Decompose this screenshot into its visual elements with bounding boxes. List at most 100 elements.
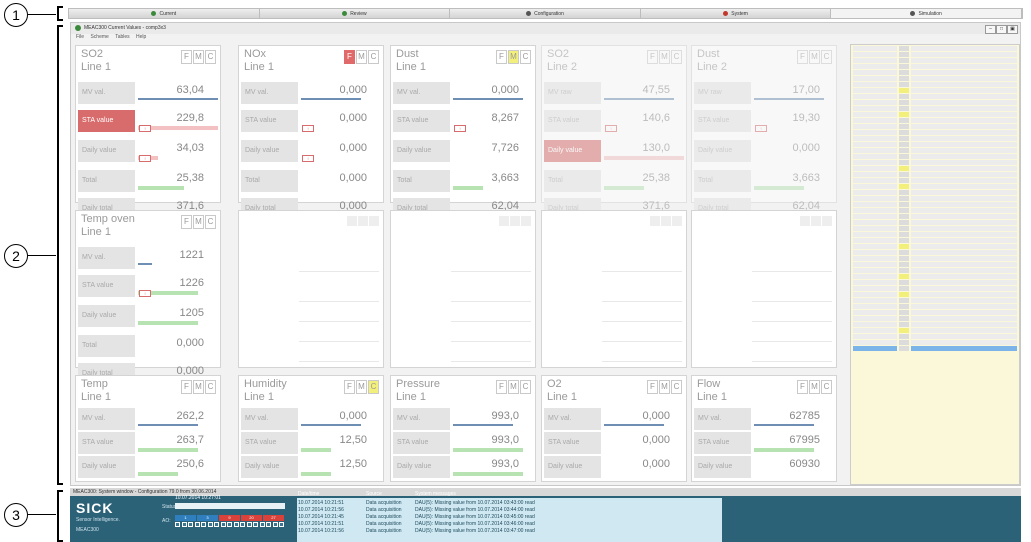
fmc-flag[interactable]: M (193, 215, 204, 229)
system-message-row[interactable]: 10.07.2014 10:21:45 Data acquisition DAU(5… (297, 514, 722, 521)
fmc-flag[interactable]: C (671, 50, 682, 64)
fmc-flag[interactable]: F (344, 50, 355, 64)
row-label: Total (78, 170, 135, 192)
value-row-daily: Daily value 12,50 (241, 456, 381, 478)
log-text-cell (911, 58, 1017, 63)
log-flag-cell (899, 226, 909, 231)
fmc-flag[interactable]: F (181, 50, 192, 64)
empty-row-line (752, 321, 832, 322)
fmc-flag[interactable]: F (181, 215, 192, 229)
fmc-flag[interactable]: M (659, 380, 670, 394)
system-window-body: SICK Sensor Intelligence. MEAC300 10.07.… (70, 491, 1021, 542)
fmc-flag[interactable]: F (797, 380, 808, 394)
fmc-flag[interactable]: F (344, 380, 355, 394)
fmc-flag[interactable]: M (193, 380, 204, 394)
component-panel[interactable]: Dust Line 2 F M C MV raw 17,00 STA value 19,30! D… (691, 45, 837, 220)
log-time-cell (853, 166, 897, 171)
component-panel[interactable]: SO2 Line 2 F M C MV raw 47,55 STA value 140,6! Da… (541, 45, 687, 220)
fmc-flag[interactable]: C (520, 380, 531, 394)
component-panel[interactable]: Temp oven Line 1 F M C MV val. 1221 STA value 12… (75, 210, 221, 385)
tab-configuration[interactable]: Configuration (450, 9, 641, 18)
message-time: 10.07.2014 10:21:56 (298, 507, 344, 513)
value-bar (604, 98, 674, 100)
log-flag-cell (899, 292, 909, 297)
menu-file[interactable]: File (76, 34, 84, 40)
fmc-flag[interactable]: M (508, 50, 519, 64)
row-label: Daily value (78, 456, 135, 478)
fmc-flag[interactable]: M (659, 50, 670, 64)
fmc-flag[interactable]: C (671, 380, 682, 394)
fmc-flag[interactable]: C (368, 380, 379, 394)
fmc-flag[interactable]: M (809, 380, 820, 394)
tab-system[interactable]: System (640, 9, 832, 18)
fmc-flag[interactable]: M (809, 50, 820, 64)
message-text: DAU(5): Missing value from 10.07.2014 03… (415, 528, 535, 534)
log-flag-cell (899, 238, 909, 243)
component-panel[interactable]: NOx Line 1 F M C MV val. 0,000 STA value 0,000! D… (238, 45, 384, 220)
fmc-flag[interactable]: M (356, 380, 367, 394)
fmc-flag[interactable]: F (496, 380, 507, 394)
menu-scheme[interactable]: Scheme (90, 34, 108, 40)
message-log-panel[interactable] (850, 44, 1020, 485)
log-text-cell (911, 124, 1017, 129)
tab-review[interactable]: Review (259, 9, 451, 18)
system-message-row[interactable]: 10.07.2014 10:21:56 Data acquisition DAU(5… (297, 528, 722, 535)
row-label: MV val. (78, 247, 135, 269)
menu-help[interactable]: Help (136, 34, 146, 40)
row-label: Total (694, 170, 751, 192)
component-name: O2 (547, 378, 562, 390)
log-flag-cell (899, 136, 909, 141)
fmc-flag[interactable]: C (205, 215, 216, 229)
menu-bar: File Scheme Tables Help (71, 34, 1020, 42)
fmc-flag[interactable]: C (520, 50, 531, 64)
component-panel[interactable]: Pressure Line 1 F M C MV val. 993,0 STA value 99… (390, 375, 536, 482)
fmc-flag[interactable]: F (496, 50, 507, 64)
fmc-flag[interactable]: C (205, 380, 216, 394)
empty-row-line (299, 271, 379, 272)
value-bar (301, 472, 331, 476)
log-text-cell (911, 196, 1017, 201)
menu-tables[interactable]: Tables (115, 34, 129, 40)
system-message-row[interactable]: 10.07.2014 10:21:51 Data acquisition DAU(5… (297, 500, 722, 507)
system-icon (723, 11, 729, 16)
log-row[interactable] (851, 346, 1019, 352)
fmc-flag[interactable]: M (508, 380, 519, 394)
digital-io-indicator (266, 522, 271, 527)
component-panel[interactable]: Dust Line 1 F M C MV val. 0,000 STA value 8,267!… (390, 45, 536, 220)
component-panel[interactable]: SO2 Line 1 F M C MV val. 63,04 STA value 229,8! D… (75, 45, 221, 220)
log-time-cell (853, 100, 897, 105)
component-panel[interactable]: Temp Line 1 F M C MV val. 262,2 STA value 263,7 D… (75, 375, 221, 482)
restore-button[interactable]: ▣ (1007, 25, 1018, 34)
value-row-sta: STA value 0,000 (544, 432, 684, 454)
maximize-button[interactable]: □ (996, 25, 1007, 34)
log-flag-cell (899, 124, 909, 129)
row-label: Daily value (544, 456, 601, 478)
value-bar (453, 186, 483, 190)
digital-io-indicator (201, 522, 206, 527)
row-value: 3,663 (792, 172, 820, 184)
fmc-flag[interactable]: C (205, 50, 216, 64)
ao-label: AO: (162, 518, 171, 524)
log-text-cell (911, 340, 1017, 345)
fmc-flag[interactable]: F (647, 50, 658, 64)
fmc-flag[interactable]: M (356, 50, 367, 64)
row-value: 0,000 (339, 172, 367, 184)
fmc-flag[interactable]: F (647, 380, 658, 394)
fmc-flag[interactable]: F (797, 50, 808, 64)
system-message-row[interactable]: 10.07.2014 10:21:51 Data acquisition DAU(5… (297, 521, 722, 528)
system-message-row[interactable]: 10.07.2014 10:21:56 Data acquisition DAU(5… (297, 507, 722, 514)
tab-simulation[interactable]: Simulation (831, 9, 1022, 18)
fmc-flag[interactable]: C (821, 50, 832, 64)
component-panel[interactable]: Flow Line 1 F M C MV val. 62785 STA value 67995 D… (691, 375, 837, 482)
fmc-flag[interactable]: C (368, 50, 379, 64)
fmc-flag[interactable]: F (181, 380, 192, 394)
row-label: Daily value (241, 456, 298, 478)
minimize-button[interactable]: – (985, 25, 996, 34)
fmc-flag[interactable]: C (821, 380, 832, 394)
fmc-flag[interactable]: M (193, 50, 204, 64)
tab-current[interactable]: Current (69, 9, 260, 18)
component-panel[interactable]: Humidity Line 1 F M C MV val. 0,000 STA value 12… (238, 375, 384, 482)
value-row-sta: STA value 8,267! (393, 110, 533, 132)
component-panel[interactable]: O2 Line 1 F M C MV val. 0,000 STA value 0,000 Dai… (541, 375, 687, 482)
value-row-total: Total 0,000 (78, 335, 218, 357)
